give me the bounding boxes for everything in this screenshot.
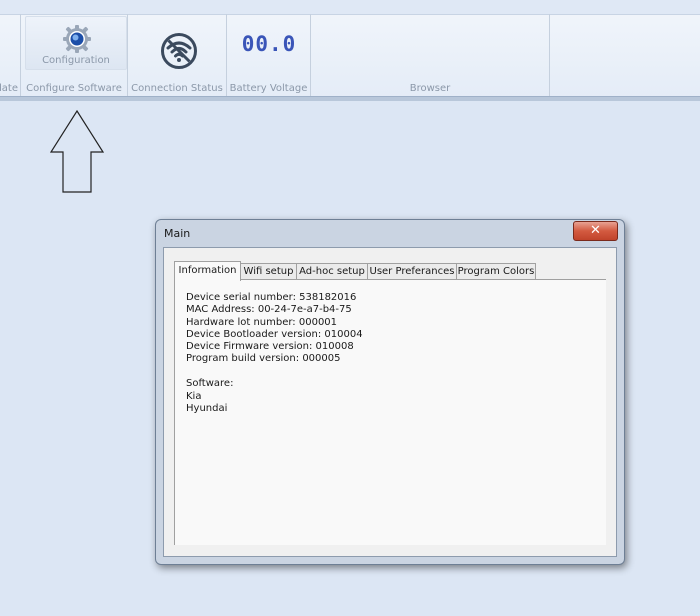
up-arrow-icon — [50, 110, 105, 193]
ribbon-group-browser: Browser — [311, 14, 550, 96]
program-build-version: Program build version: 000005 — [186, 353, 341, 365]
configure-group-label: Configure Software — [26, 83, 122, 94]
bootloader-version: Device Bootloader version: 010004 — [186, 328, 363, 340]
tab-program-colors[interactable]: Program Colors — [456, 263, 536, 280]
tab-adhoc-setup[interactable]: Ad-hoc setup — [296, 263, 368, 280]
ribbon-group-configure: Configuration Configure Software — [21, 14, 128, 96]
software-heading: Software: — [186, 378, 234, 389]
firmware-version: Device Firmware version: 010008 — [186, 341, 354, 353]
ribbon-group-battery: 00.0 Battery Voltage — [227, 14, 311, 96]
battery-group-label: Battery Voltage — [229, 83, 308, 94]
browser-group-label: Browser — [409, 83, 451, 94]
wifi-off-icon — [161, 33, 197, 69]
connection-group-label: Connection Status — [131, 83, 223, 94]
tab-wifi-setup[interactable]: Wifi setup — [240, 263, 297, 280]
information-panel: Device serial number: 538182016 MAC Addr… — [174, 279, 606, 545]
software-list: Software: Kia Hyundai — [186, 378, 233, 416]
tab-user-preferances[interactable]: User Preferances — [367, 263, 457, 280]
close-button[interactable]: ✕ — [573, 221, 618, 241]
gear-icon — [63, 25, 91, 53]
ribbon-group-update: date — [0, 14, 21, 96]
configuration-button-label: Configuration — [42, 55, 110, 66]
ribbon-bottom-border — [0, 96, 700, 101]
battery-voltage-display: 00.0 — [241, 32, 297, 56]
dialog-titlebar[interactable]: Main ✕ — [156, 220, 624, 246]
ribbon-toolbar: date Configuration — [0, 0, 700, 101]
main-dialog: Main ✕ Information Wifi setup Ad-hoc set… — [155, 219, 625, 565]
software-item-hyundai: Hyundai — [186, 403, 228, 414]
software-item-kia: Kia — [186, 390, 202, 402]
device-info-list: Device serial number: 538182016 MAC Addr… — [186, 292, 363, 366]
mac-address: MAC Address: 00-24-7e-a7-b4-75 — [186, 304, 352, 316]
close-icon: ✕ — [590, 223, 601, 238]
configuration-button[interactable]: Configuration — [25, 16, 127, 70]
update-group-label: date — [0, 83, 18, 94]
device-serial-number: Device serial number: 538182016 — [186, 292, 357, 303]
tab-information[interactable]: Information — [174, 261, 241, 281]
hardware-lot-number: Hardware lot number: 000001 — [186, 316, 338, 328]
dialog-client-area: Information Wifi setup Ad-hoc setup User… — [163, 247, 617, 557]
dialog-title: Main — [164, 227, 191, 240]
ribbon-tab-row — [0, 0, 700, 15]
ribbon-group-connection: Connection Status — [128, 14, 227, 96]
